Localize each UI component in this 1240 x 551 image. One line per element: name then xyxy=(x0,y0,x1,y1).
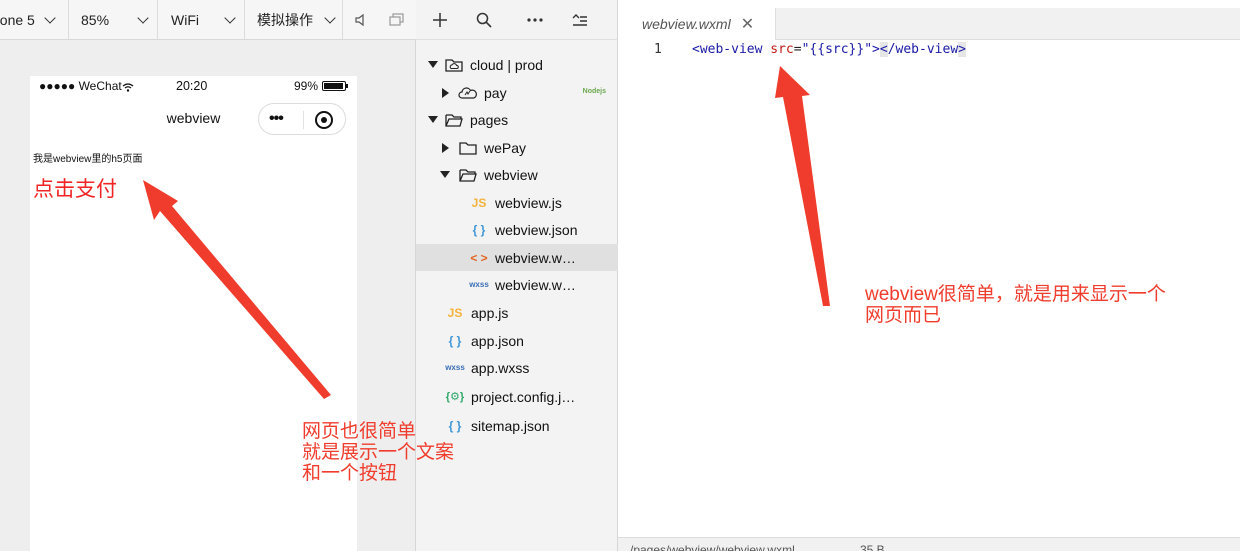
arrow-to-pay-button xyxy=(143,180,331,399)
simulator-annotation-line: 和一个按钮 xyxy=(302,463,398,484)
editor-annotation: webview很简单，就是用来显示一个 网页而已 xyxy=(865,284,1166,326)
annotation-arrows xyxy=(143,66,830,399)
simulator-annotation: 网页也很简单 就是展示一个文案 和一个按钮 xyxy=(302,421,454,484)
arrow-to-src-attr xyxy=(775,66,830,306)
simulator-annotation-line: 就是展示一个文案 xyxy=(302,442,455,463)
editor-annotation-line: 网页而已 xyxy=(865,305,942,326)
editor-annotation-line: webview很简单，就是用来显示一个 xyxy=(865,284,1166,305)
simulator-annotation-line: 网页也很简单 xyxy=(302,421,417,442)
